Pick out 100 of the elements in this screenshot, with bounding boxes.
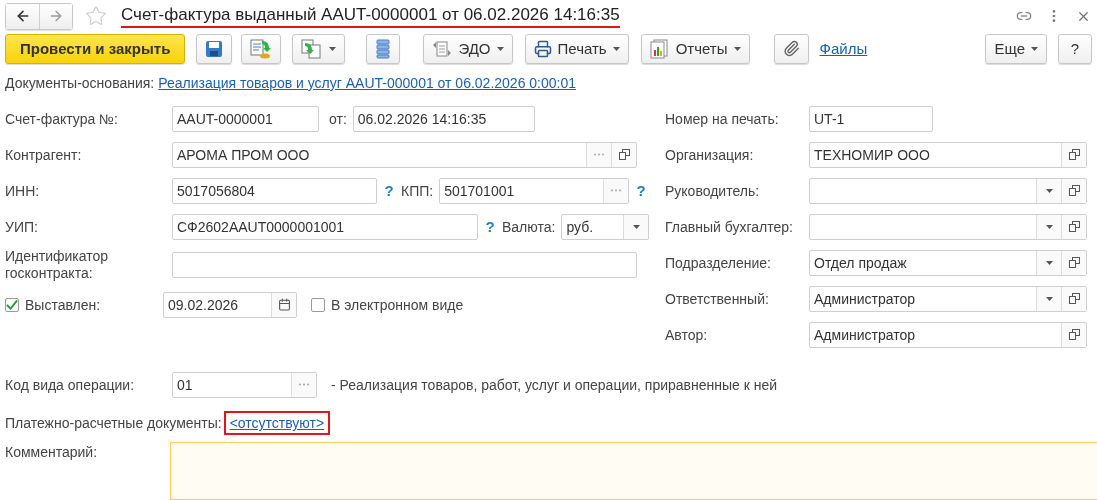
field-label: Валюта:	[502, 218, 556, 235]
post-button[interactable]	[241, 33, 282, 64]
report-chart-icon	[649, 38, 670, 59]
dropdown-button[interactable]	[1036, 250, 1061, 275]
date-field[interactable]: 09.02.2026	[163, 291, 297, 318]
open-button[interactable]	[1061, 286, 1086, 311]
comment-field[interactable]	[170, 442, 1097, 500]
field-label: Организация:	[665, 146, 755, 163]
back-button[interactable]	[6, 3, 39, 29]
caret-icon	[496, 46, 504, 51]
checkbox[interactable]	[311, 297, 325, 312]
checkbox[interactable]	[5, 297, 19, 312]
field-label: Документы-основания:	[5, 75, 155, 91]
caret-icon	[612, 46, 620, 51]
basis-document-link[interactable]: Реализация товаров и услуг AAUT-000001 от 06.02.2026 0:00:01	[158, 75, 577, 91]
input-field[interactable]: UT-1	[809, 105, 933, 132]
caret-icon	[329, 46, 337, 51]
dropdown-button[interactable]	[1036, 286, 1061, 311]
field-label: Ответственный:	[665, 290, 770, 307]
files-link[interactable]: Файлы	[819, 40, 868, 58]
field-label: Контрагент:	[5, 146, 83, 163]
select-field[interactable]	[809, 213, 1087, 240]
field-label: Главный бухгалтер:	[665, 218, 794, 235]
operation-description: - Реализация товаров, работ, услуг и операции, приравненные к ней	[331, 376, 778, 393]
field-label: Идентификатор госконтракта:	[5, 247, 110, 282]
exchange-icon	[432, 39, 453, 58]
attach-button[interactable]	[773, 33, 809, 64]
windows-icon	[1068, 185, 1080, 197]
caret-icon	[1031, 46, 1038, 51]
field-label: от:	[329, 110, 347, 127]
input-field[interactable]: Администратор	[809, 321, 1087, 348]
windows-icon	[1068, 329, 1080, 341]
calendar-icon	[277, 298, 291, 312]
field-label: Номер на печать:	[665, 110, 780, 127]
calendar-button[interactable]	[271, 292, 296, 317]
caret-icon	[1045, 296, 1053, 301]
documents-arrow-icon	[301, 38, 324, 59]
help-mark[interactable]: ?	[383, 182, 395, 200]
print-button[interactable]: Печать	[524, 33, 629, 64]
structure-button[interactable]	[366, 33, 401, 64]
edo-button[interactable]: ЭДО	[423, 33, 513, 64]
date-field[interactable]: 06.02.2026 14:16:35	[352, 105, 535, 132]
select-field[interactable]: Администратор	[809, 285, 1087, 312]
open-button[interactable]	[1061, 250, 1086, 275]
input-field[interactable]: ТЕХНОМИР ООО	[809, 141, 1087, 168]
caret-icon	[733, 46, 741, 51]
stack-icon	[376, 38, 391, 59]
field-label: УИП:	[5, 218, 39, 235]
create-based-on-button[interactable]	[292, 33, 346, 64]
caret-icon	[1045, 188, 1053, 193]
field-label: КПП:	[401, 182, 434, 199]
windows-icon	[618, 149, 630, 161]
field-label: ИНН:	[5, 182, 41, 199]
checkbox-label: В электронном виде	[331, 296, 464, 313]
dropdown-button[interactable]	[1036, 178, 1061, 203]
checkbox-label: Выставлен:	[25, 296, 101, 313]
caret-icon	[1045, 260, 1053, 265]
document-arrow-icon	[250, 38, 273, 59]
input-field[interactable]: АРОМА ПРОМ ООО	[172, 141, 637, 168]
window-title: Счет-фактура выданный AAUT-0000001 от 06.02.2026 14:16:35	[121, 4, 620, 28]
ellipsis-icon	[611, 189, 622, 193]
checkmark-icon	[6, 298, 18, 311]
select-field[interactable]	[809, 177, 1087, 204]
windows-icon	[1068, 221, 1080, 233]
help-mark[interactable]: ?	[484, 218, 496, 236]
field-label: Код вида операции:	[5, 376, 136, 393]
open-button[interactable]	[611, 142, 636, 167]
payment-documents-link[interactable]: <отсутствуют>	[229, 415, 325, 432]
help-button[interactable]: ?	[1058, 33, 1092, 64]
post-and-close-button[interactable]: Провести и закрыть	[5, 33, 186, 64]
input-field[interactable]: 5017056804	[172, 177, 377, 204]
printer-icon	[533, 39, 552, 58]
windows-icon	[1068, 149, 1080, 161]
field-label: Платежно-расчетные документы:	[5, 415, 222, 432]
save-button[interactable]	[196, 33, 233, 64]
reports-button[interactable]: Отчеты	[640, 33, 750, 64]
open-button[interactable]	[1061, 178, 1086, 203]
select-field[interactable]: руб.	[561, 213, 650, 240]
field-label: Подразделение:	[665, 254, 772, 271]
input-field[interactable]: 501701001	[439, 177, 630, 204]
dropdown-button[interactable]	[623, 214, 649, 239]
input-field[interactable]: СФ2602AAUT0000001001	[172, 213, 478, 240]
star-icon[interactable]	[85, 5, 107, 28]
more-button[interactable]: Еще	[985, 33, 1047, 64]
input-field[interactable]: 01	[172, 371, 317, 398]
open-button[interactable]	[1061, 142, 1086, 167]
help-mark[interactable]: ?	[635, 182, 648, 200]
ellipsis-icon	[299, 383, 309, 387]
windows-icon	[1068, 293, 1080, 305]
number-field[interactable]: AAUT-0000001	[172, 105, 319, 132]
paperclip-icon	[782, 40, 800, 58]
caret-icon	[632, 224, 640, 229]
input-field[interactable]	[172, 251, 637, 278]
caret-icon	[1045, 224, 1053, 229]
field-label: Комментарий:	[5, 443, 99, 462]
select-field[interactable]: Отдел продаж	[809, 249, 1087, 276]
open-button[interactable]	[1061, 322, 1086, 347]
field-label: Автор:	[665, 326, 709, 343]
dropdown-button[interactable]	[1036, 214, 1061, 239]
open-button[interactable]	[1061, 214, 1086, 239]
